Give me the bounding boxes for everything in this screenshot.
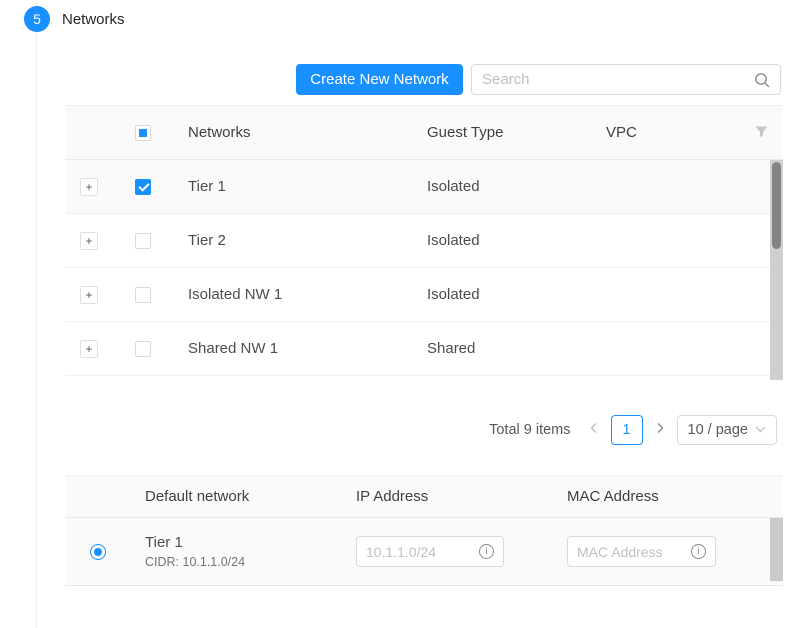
- column-header-guest-type: Guest Type: [412, 124, 591, 141]
- networks-toolbar: Create New Network: [65, 64, 781, 95]
- table-scrollbar[interactable]: [770, 518, 783, 581]
- network-name: Shared NW 1: [173, 340, 412, 357]
- network-name: Tier 1: [145, 534, 341, 551]
- default-network-row[interactable]: Tier 1 CIDR: 10.1.1.0/24 i i: [65, 518, 783, 586]
- table-row[interactable]: + Shared NW 1 Shared: [65, 322, 783, 376]
- column-header-mac-address: MAC Address: [552, 488, 783, 505]
- row-checkbox[interactable]: [135, 179, 151, 195]
- info-circle-icon[interactable]: i: [479, 544, 494, 559]
- vpc-filter-cell: [740, 126, 783, 139]
- network-name: Isolated NW 1: [173, 286, 412, 303]
- networks-table-header: Networks Guest Type VPC: [65, 105, 783, 160]
- page-size-select[interactable]: 10 / page: [677, 415, 777, 445]
- default-table-body: Tier 1 CIDR: 10.1.1.0/24 i i: [65, 518, 783, 586]
- mac-address-cell: i: [552, 536, 783, 567]
- select-all-checkbox[interactable]: [135, 125, 151, 141]
- pagination-prev-button[interactable]: [585, 415, 603, 445]
- search-box[interactable]: [471, 64, 781, 95]
- guest-type-value: Shared: [412, 340, 591, 357]
- default-network-table: Default network IP Address MAC Address T…: [65, 475, 783, 586]
- networks-table: Networks Guest Type VPC + Tier 1 Isolate…: [65, 105, 783, 380]
- page-size-value: 10 / page: [688, 422, 748, 438]
- expand-row-button[interactable]: +: [80, 178, 98, 196]
- step-number-badge: 5: [24, 6, 50, 32]
- default-network-radio[interactable]: [90, 544, 106, 560]
- table-scrollbar[interactable]: [770, 160, 783, 380]
- column-header-ip-address: IP Address: [341, 488, 552, 505]
- default-table-header: Default network IP Address MAC Address: [65, 475, 783, 518]
- network-cidr: CIDR: 10.1.1.0/24: [145, 555, 341, 569]
- step-title: Networks: [62, 11, 125, 28]
- column-header-networks: Networks: [173, 124, 412, 141]
- chevron-right-icon: [655, 422, 665, 437]
- column-header-vpc: VPC: [591, 124, 740, 141]
- guest-type-value: Isolated: [412, 232, 591, 249]
- guest-type-value: Isolated: [412, 286, 591, 303]
- info-circle-icon[interactable]: i: [691, 544, 706, 559]
- networks-table-body: + Tier 1 Isolated + Tier 2 Isolated + Is…: [65, 160, 783, 380]
- table-row[interactable]: + Tier 2 Isolated: [65, 214, 783, 268]
- expand-row-button[interactable]: +: [80, 286, 98, 304]
- column-header-default-network: Default network: [130, 488, 341, 505]
- ip-address-cell: i: [341, 536, 552, 567]
- row-checkbox[interactable]: [135, 341, 151, 357]
- pagination: Total 9 items 1 10 / page: [65, 414, 777, 445]
- filter-funnel-icon[interactable]: [755, 126, 768, 139]
- pagination-page-1[interactable]: 1: [611, 415, 643, 445]
- chevron-down-icon: [755, 426, 766, 433]
- create-new-network-button[interactable]: Create New Network: [296, 64, 463, 95]
- mac-address-field[interactable]: i: [567, 536, 716, 567]
- networks-wizard-step: 5 Networks Create New Network Networks G…: [0, 0, 805, 628]
- default-network-cell: Tier 1 CIDR: 10.1.1.0/24: [130, 534, 341, 569]
- ip-address-field[interactable]: i: [356, 536, 504, 567]
- expand-row-button[interactable]: +: [80, 232, 98, 250]
- network-name: Tier 2: [173, 232, 412, 249]
- ip-address-input[interactable]: [366, 544, 479, 560]
- row-checkbox[interactable]: [135, 233, 151, 249]
- guest-type-value: Isolated: [412, 178, 591, 195]
- search-icon[interactable]: [754, 72, 770, 88]
- select-all-cell: [113, 125, 173, 141]
- step-connector-line: [36, 0, 37, 628]
- mac-address-input[interactable]: [577, 544, 691, 560]
- table-row[interactable]: + Tier 1 Isolated: [65, 160, 783, 214]
- pagination-next-button[interactable]: [651, 415, 669, 445]
- pagination-total: Total 9 items: [489, 422, 570, 438]
- row-checkbox[interactable]: [135, 287, 151, 303]
- search-input[interactable]: [482, 71, 754, 88]
- table-row[interactable]: + Isolated NW 1 Isolated: [65, 268, 783, 322]
- chevron-left-icon: [589, 422, 599, 437]
- scrollbar-thumb[interactable]: [772, 162, 781, 249]
- network-name: Tier 1: [173, 178, 412, 195]
- expand-row-button[interactable]: +: [80, 340, 98, 358]
